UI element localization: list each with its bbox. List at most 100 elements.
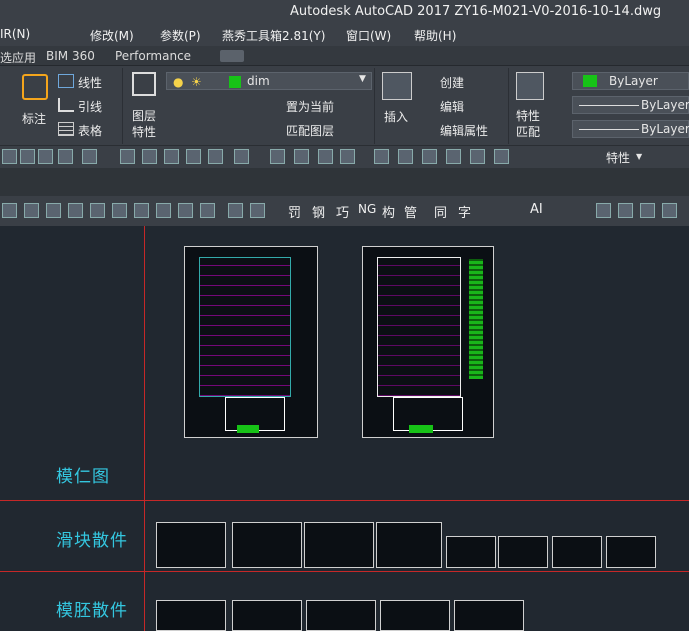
tool-button[interactable] (446, 149, 461, 164)
table-label[interactable]: 表格 (78, 122, 102, 139)
tool-button[interactable] (250, 203, 265, 218)
menu-item-yanxiu[interactable]: 燕秀工具箱2.81(Y) (222, 27, 325, 44)
tool-button[interactable] (58, 149, 73, 164)
tool-button[interactable] (20, 149, 35, 164)
color-combo[interactable]: ByLayer (572, 72, 689, 90)
tool-button[interactable] (596, 203, 611, 218)
tool-button[interactable] (618, 203, 633, 218)
tool-button[interactable] (82, 149, 97, 164)
menu-item-window[interactable]: 窗口(W) (346, 27, 391, 44)
drawing-sheet-slider[interactable] (376, 522, 442, 568)
tool-button[interactable] (318, 149, 333, 164)
tool-button[interactable] (120, 149, 135, 164)
section-label-core: 模仁图 (56, 467, 110, 487)
drawing-sheet-slider[interactable] (606, 536, 656, 568)
drawing-sheet-mold-base[interactable] (380, 600, 450, 631)
annotation-icon[interactable] (22, 74, 48, 100)
tool-button[interactable] (134, 203, 149, 218)
layer-properties-label[interactable]: 图层 特性 (132, 108, 156, 140)
tool-button[interactable] (494, 149, 509, 164)
annotation-label[interactable]: 标注 (22, 110, 46, 127)
linear-label[interactable]: 线性 (78, 74, 102, 91)
tool-button[interactable] (422, 149, 437, 164)
tool-button[interactable] (228, 203, 243, 218)
drawing-sheet-mold-base[interactable] (306, 600, 376, 631)
drawing-sheet-mold-base[interactable] (232, 600, 302, 631)
tab-performance[interactable]: Performance (115, 49, 191, 63)
create-block-label[interactable]: 创建 (440, 74, 464, 91)
tool-button[interactable] (208, 149, 223, 164)
tool-button[interactable] (2, 203, 17, 218)
drawing-sheet-slider[interactable] (498, 536, 548, 568)
tool-button[interactable] (662, 203, 677, 218)
edit-attribute-label[interactable]: 编辑属性 (440, 122, 488, 139)
section-label-slider: 滑块散件 (56, 531, 128, 551)
tool-button[interactable] (156, 203, 171, 218)
match-layer-label[interactable]: 匹配图层 (286, 122, 334, 139)
tool-label-1[interactable]: 罚 (288, 202, 301, 221)
drawing-sheet-slider[interactable] (304, 522, 374, 568)
layer-combo[interactable]: ● ☀ dim ▼ (166, 72, 372, 90)
properties-panel-label[interactable]: 特性 (606, 149, 630, 166)
toolbar-gap (0, 168, 689, 196)
tool-button[interactable] (112, 203, 127, 218)
table-icon[interactable] (58, 122, 74, 136)
menu-item-view[interactable]: IR(N) (0, 27, 30, 41)
tool-button[interactable] (2, 149, 17, 164)
tool-button[interactable] (640, 203, 655, 218)
tool-button[interactable] (38, 149, 53, 164)
match-properties-label[interactable]: 特性 匹配 (516, 108, 540, 140)
drawing-sheet-slider[interactable] (156, 522, 226, 568)
leader-label[interactable]: 引线 (78, 98, 102, 115)
tab-apps[interactable]: 选应用 (0, 49, 36, 66)
chevron-down-icon[interactable]: ▼ (636, 152, 642, 161)
tool-button[interactable] (398, 149, 413, 164)
lineweight-combo[interactable]: ByLayer (572, 120, 689, 138)
tool-button[interactable] (340, 149, 355, 164)
drawing-sheet-core-2[interactable] (362, 246, 494, 438)
set-current-label[interactable]: 置为当前 (286, 98, 334, 115)
tool-label-9[interactable]: AI (530, 202, 543, 217)
tool-button[interactable] (164, 149, 179, 164)
tool-button[interactable] (142, 149, 157, 164)
tool-button[interactable] (470, 149, 485, 164)
tool-label-2[interactable]: 钢 (312, 202, 325, 221)
layer-properties-icon[interactable] (132, 72, 156, 96)
tool-button[interactable] (200, 203, 215, 218)
tool-button[interactable] (178, 203, 193, 218)
tool-label-4[interactable]: NG (358, 202, 376, 216)
tool-label-6[interactable]: 管 (404, 202, 417, 221)
menu-item-help[interactable]: 帮助(H) (414, 27, 456, 44)
tool-button[interactable] (294, 149, 309, 164)
linear-dim-icon[interactable] (58, 74, 74, 88)
tab-bim360[interactable]: BIM 360 (46, 49, 95, 63)
tool-label-3[interactable]: 巧 (336, 202, 349, 221)
drawing-sheet-slider[interactable] (552, 536, 602, 568)
tool-button[interactable] (374, 149, 389, 164)
leader-icon[interactable] (58, 98, 74, 112)
menu-item-modify[interactable]: 修改(M) (90, 27, 134, 44)
tool-button[interactable] (46, 203, 61, 218)
drawing-sheet-core-1[interactable] (184, 246, 318, 438)
drawing-canvas[interactable]: 模仁图 滑块散件 模胚散件 (0, 226, 689, 631)
match-properties-icon[interactable] (516, 72, 544, 100)
tool-button[interactable] (234, 149, 249, 164)
tool-label-8[interactable]: 字 (458, 202, 471, 221)
tool-button[interactable] (24, 203, 39, 218)
tool-button[interactable] (186, 149, 201, 164)
drawing-sheet-slider[interactable] (232, 522, 302, 568)
tool-button[interactable] (270, 149, 285, 164)
drawing-sheet-mold-base[interactable] (156, 600, 226, 631)
edit-block-label[interactable]: 编辑 (440, 98, 464, 115)
tool-button[interactable] (90, 203, 105, 218)
tool-label-7[interactable]: 同 (434, 202, 447, 221)
tab-options-button[interactable] (220, 50, 244, 62)
tool-label-5[interactable]: 构 (382, 202, 395, 221)
tool-button[interactable] (68, 203, 83, 218)
drawing-sheet-mold-base[interactable] (454, 600, 524, 631)
linetype-combo[interactable]: ByLayer (572, 96, 689, 114)
menu-item-params[interactable]: 参数(P) (160, 27, 201, 44)
insert-block-icon[interactable] (382, 72, 412, 100)
insert-label[interactable]: 插入 (384, 108, 408, 125)
drawing-sheet-slider[interactable] (446, 536, 496, 568)
